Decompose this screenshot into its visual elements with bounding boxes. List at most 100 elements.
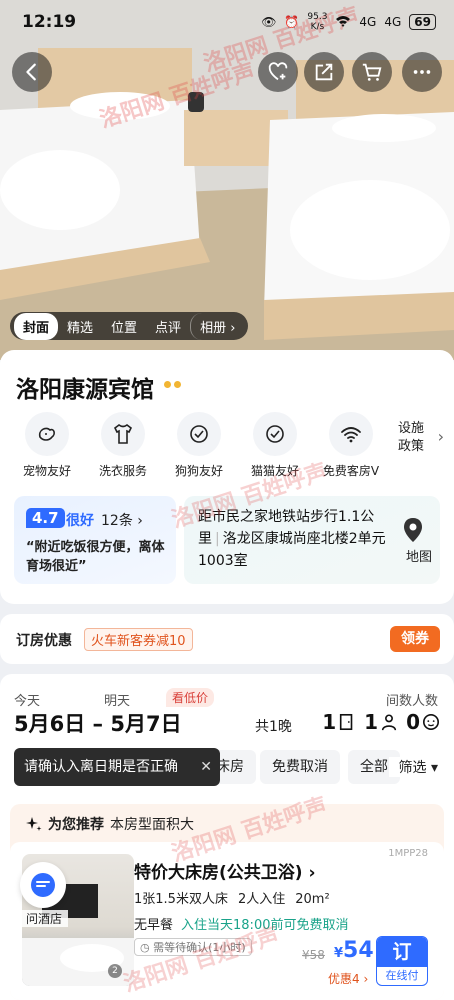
amenity-laundry[interactable]: 洗衣服务 [84,412,162,479]
more-button[interactable] [402,52,442,92]
amenity-label: 免费客房V [322,464,380,478]
hotel-name: 洛阳康源宾馆 [16,377,154,403]
back-button[interactable] [12,52,52,92]
adults-count: 1 [364,710,379,734]
location-summary[interactable]: 距市民之家地铁站步行1.1公里 | 洛龙区康城尚座北楼2单元1003室 地图 [184,496,440,584]
check-circle-icon [190,425,208,443]
map-label[interactable]: 地图 [406,546,432,565]
filter-chip-free-cancel[interactable]: 免费取消 [260,750,340,784]
close-icon[interactable]: ✕ [200,748,212,786]
facility-policy-label-2: 政策 [398,439,425,454]
net-speed-unit: K/s [310,22,325,32]
rooms-guests-selector[interactable]: 1 1 0 [322,710,440,734]
photo-tab-cover[interactable]: 封面 [14,312,59,340]
amenity-label: 猫猫友好 [250,464,299,478]
hotel-info-card: 洛阳康源宾馆 宠物友好 洗衣服务 狗狗友好 猫猫友好 免费客房V 设施 政策 › [0,350,454,604]
filter-button-label: 筛选 [398,760,427,776]
room-specs: 1张1.5米双人床 2人入住 20m² [134,888,340,907]
facility-policy-link[interactable]: 设施 政策 › [390,420,454,456]
alarm-icon: ⏰ [284,15,300,29]
coupon-bar: 订房优惠 火车新客券减10 领券 [0,614,454,664]
review-score-label: 很好 [66,513,94,529]
price-value: 54 [343,938,374,963]
amenity-dog-friendly[interactable]: 狗狗友好 [160,412,238,479]
amenity-list[interactable]: 宠物友好 洗衣服务 狗狗友好 猫猫友好 免费客房V 设施 政策 › [8,412,454,482]
checkout-date: 5月7日 [110,712,182,736]
room-code: 1MPP28 [388,848,428,859]
signal-2: 4G [384,15,402,29]
heart-plus-icon [268,62,288,81]
photo-tab-album-label: 相册 [200,320,227,336]
review-quote: “附近吃饭很方便，离体育场很近” [26,540,165,574]
ask-hotel-button[interactable]: 问酒店 [20,862,68,927]
rooms-guests-label: 间数人数 [385,694,438,709]
photo-tab-reviews[interactable]: 点评 [146,313,190,340]
recommend-header: 为您推荐 本房型面积大 [26,814,194,834]
booking-section: 今天 明天 看低价 5月6日 – 5月7日 共1晚 间数人数 1 1 0 大床房… [0,674,454,1000]
net-speed-value: 95.3 [307,12,328,22]
review-score: 4.7 [26,508,65,528]
share-button[interactable] [304,52,344,92]
chevron-left-icon [26,63,36,81]
checkin-label: 今天 [14,694,41,709]
child-icon [422,713,440,731]
amenity-cat-friendly[interactable]: 猫猫友好 [236,412,314,479]
book-button[interactable]: 订 在线付 [376,936,428,986]
current-price: ¥54 [334,938,374,963]
ask-hotel-label: 问酒店 [20,910,68,927]
amenity-label: 洗衣服务 [98,464,147,478]
laundry-icon [113,424,133,444]
date-range[interactable]: 5月6日 – 5月7日 [14,708,182,738]
room-area: 20m² [295,892,330,907]
check-circle-icon [266,425,284,443]
rooms-count: 1 [322,710,337,734]
room-breakfast: 无早餐 [134,918,174,933]
photo-tab-album[interactable]: 相册 › [190,312,244,340]
amenity-free-wifi[interactable]: 免费客房V [312,412,390,479]
filter-button[interactable]: 筛选 ▾ [388,757,438,777]
confirm-time-text: 需等待确认(1小时) [153,941,246,954]
hotel-cover-photo[interactable]: 洛阳网 百姓呼声 洛阳网 百姓呼声 [0,0,454,360]
caret-down-icon: ▾ [430,760,438,776]
nights-count: 共1晚 [255,719,292,735]
room-card[interactable]: 1MPP28 2 特价大床房(公共卫浴) › 1张1.5米双人床 2人入住 20m²… [10,842,444,1000]
room-cancel-policy: 入住当天18:00前可免费取消 [181,918,349,933]
review-count: 12条 › [101,513,143,529]
amenity-pet-friendly[interactable]: 宠物友好 [8,412,86,479]
adult-icon [381,714,397,731]
low-price-tag[interactable]: 看低价 [166,688,215,707]
review-count-text: 12条 [101,513,133,529]
children-count: 0 [406,710,420,734]
pet-icon [38,427,55,441]
map-pin-icon[interactable] [398,516,428,548]
review-summary[interactable]: 4.7 很好 12条 › “附近吃饭很方便，离体育场很近” [14,496,176,584]
favorite-button[interactable] [258,52,298,92]
original-price: ¥58 [302,948,325,962]
signal-1: 4G [359,15,377,29]
room-title-text: 特价大床房(公共卫浴) [134,863,303,883]
room-title[interactable]: 特价大床房(公共卫浴) › [134,858,315,883]
chevron-right-icon: › [437,427,444,446]
photo-tab-location[interactable]: 位置 [102,313,146,340]
coupon-tag[interactable]: 火车新客券减10 [84,628,193,651]
tooltip-text: 请确认入离日期是否正确 [24,759,178,775]
book-sub-label: 在线付 [385,969,419,982]
cart-icon [362,63,382,81]
coupon-title: 订房优惠 [16,633,72,649]
room-policy: 无早餐 入住当天18:00前可免费取消 [134,914,348,933]
more-dots-icon [413,70,431,74]
discount-text: 优惠4 [328,972,360,986]
wifi-icon [341,427,361,443]
photo-tab-featured[interactable]: 精选 [58,313,102,340]
amenity-label: 宠物友好 [22,464,71,478]
discount-label[interactable]: 优惠4 › [328,970,368,987]
cart-button[interactable] [352,52,392,92]
claim-coupon-button[interactable]: 领券 [390,626,440,652]
status-bar: 12:19 👁 ⏰ 95.3 K/s 4G 4G 69 [0,0,454,44]
battery-indicator: 69 [409,14,436,30]
room-guests: 2人入住 [237,892,286,907]
recommended-room-section: 为您推荐 本房型面积大 1MPP28 2 特价大床房(公共卫浴) › 1张1.5… [10,804,444,1000]
photo-category-tabs: 封面 精选 位置 点评 相册 › [10,312,249,340]
book-label: 订 [377,937,427,967]
chat-bubble-icon [31,873,55,897]
